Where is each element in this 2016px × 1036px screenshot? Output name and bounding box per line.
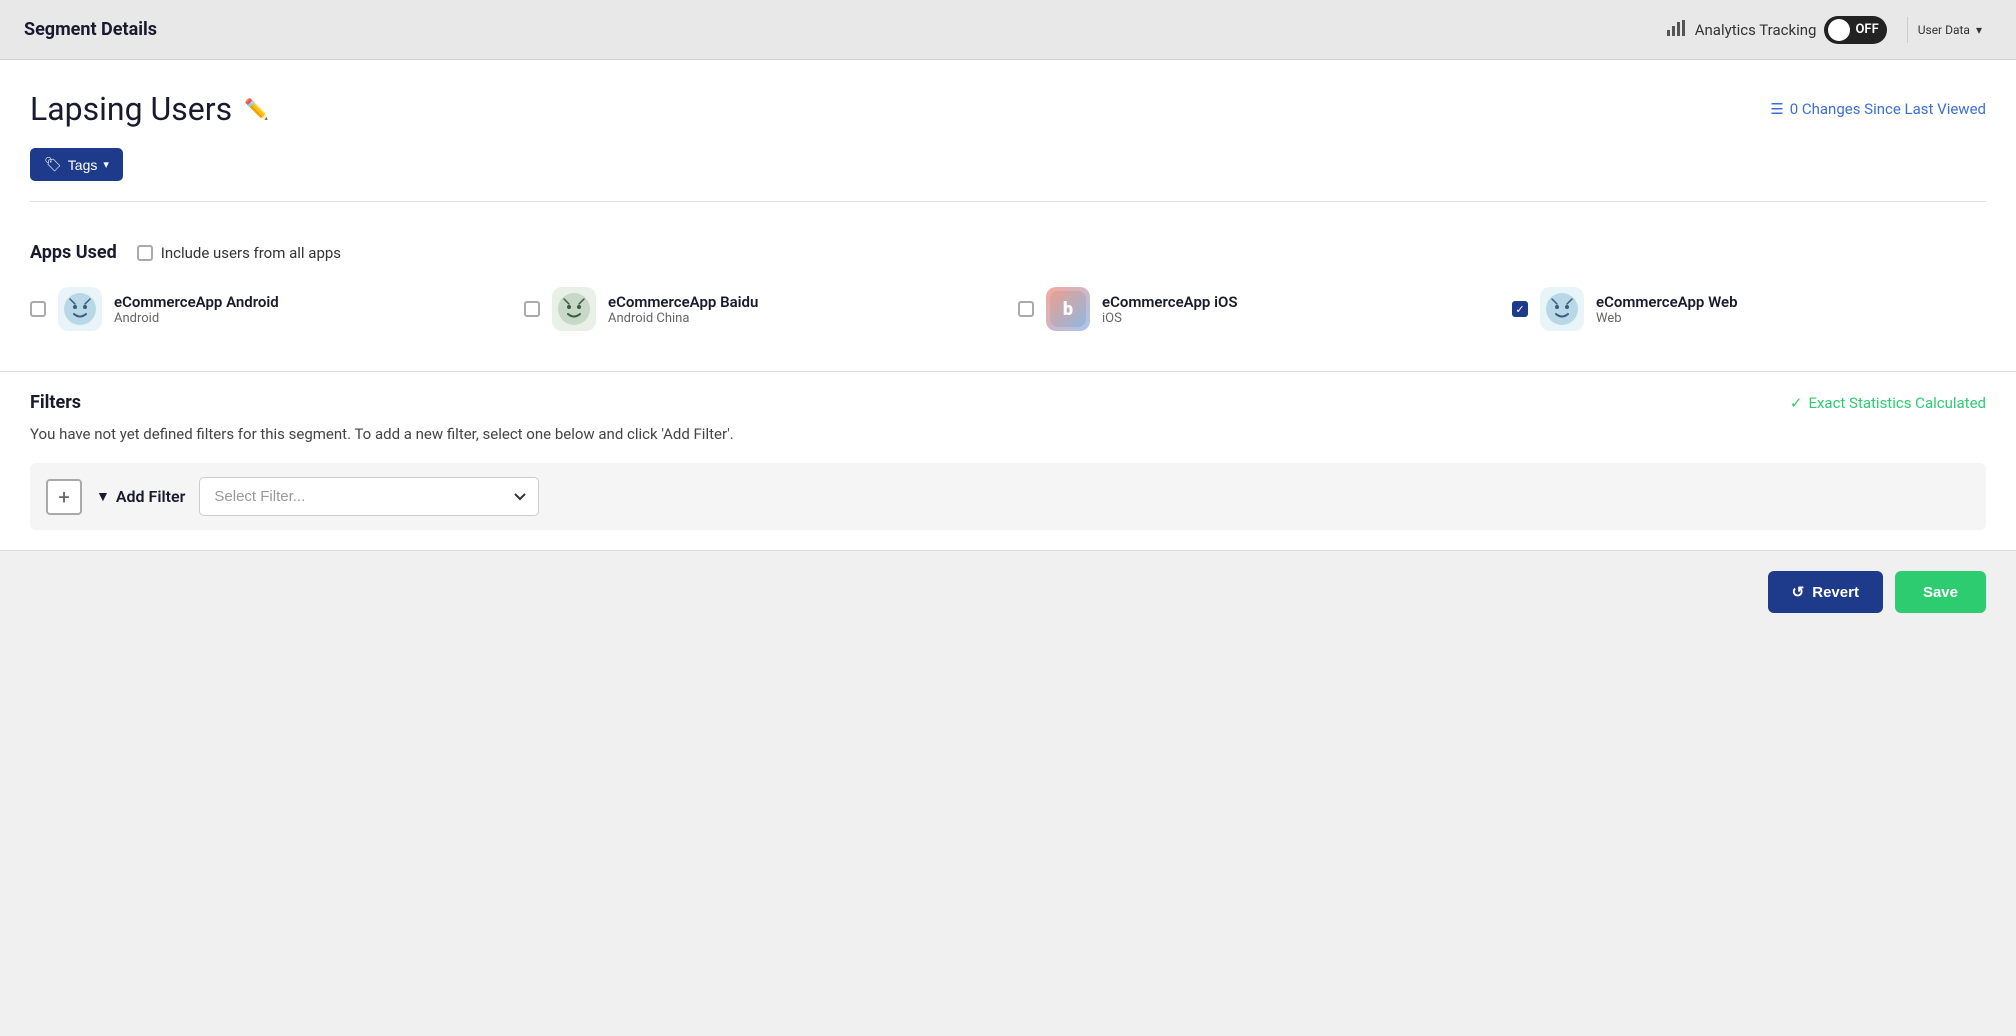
app-ios-info: eCommerceApp iOS iOS bbox=[1102, 293, 1237, 326]
plus-button[interactable]: + bbox=[46, 479, 82, 515]
tags-label: Tags bbox=[68, 157, 98, 173]
app-web-name: eCommerceApp Web bbox=[1596, 293, 1738, 311]
app-baidu-info: eCommerceApp Baidu Android China bbox=[608, 293, 758, 326]
filter-icon: ▼ bbox=[96, 488, 110, 505]
toggle-state: OFF bbox=[1855, 22, 1878, 37]
app-ios-name: eCommerceApp iOS bbox=[1102, 293, 1237, 311]
baidu-b-logo: b bbox=[1050, 291, 1086, 327]
analytics-tracking-label: Analytics Tracking bbox=[1695, 21, 1817, 39]
edit-icon[interactable]: ✏️ bbox=[244, 97, 269, 121]
tag-icon: 🏷 bbox=[44, 156, 62, 173]
tags-button[interactable]: 🏷 Tags ▾ bbox=[30, 148, 123, 181]
app-web-checkbox[interactable]: ✓ bbox=[1512, 301, 1528, 317]
title-group: Lapsing Users ✏️ bbox=[30, 90, 269, 128]
filter-select[interactable]: Select Filter... bbox=[199, 477, 539, 516]
save-button[interactable]: Save bbox=[1895, 571, 1986, 613]
app-web-info: eCommerceApp Web Web bbox=[1596, 293, 1738, 326]
app-item-android: eCommerceApp Android Android bbox=[30, 287, 504, 331]
user-data-button[interactable]: User Data ▾ bbox=[1907, 17, 1992, 43]
header-right: Analytics Tracking OFF User Data ▾ bbox=[1667, 16, 1992, 44]
app-baidu-platform: Android China bbox=[608, 311, 758, 326]
exact-stats-group: ✓ Exact Statistics Calculated bbox=[1790, 394, 1986, 412]
page-title: Lapsing Users bbox=[30, 90, 232, 128]
app-android-platform: Android bbox=[114, 311, 279, 326]
filters-section: Filters ✓ Exact Statistics Calculated Yo… bbox=[0, 371, 2016, 550]
app-android-checkbox[interactable] bbox=[30, 301, 46, 317]
app-web-icon bbox=[1540, 287, 1584, 331]
analytics-toggle[interactable]: OFF bbox=[1824, 16, 1886, 44]
exact-stats-label: Exact Statistics Calculated bbox=[1808, 394, 1986, 412]
chevron-down-icon: ▾ bbox=[1976, 23, 1982, 37]
main-content: Lapsing Users ✏️ ☰ 0 Changes Since Last … bbox=[0, 60, 2016, 371]
app-ios-icon: b bbox=[1046, 287, 1090, 331]
include-all-label: Include users from all apps bbox=[161, 244, 341, 262]
apps-grid: eCommerceApp Android Android bbox=[30, 287, 1986, 331]
analytics-icon bbox=[1667, 20, 1687, 40]
app-baidu-name: eCommerceApp Baidu bbox=[608, 293, 758, 311]
apps-section-header: Apps Used Include users from all apps bbox=[30, 242, 1986, 263]
app-item-web: ✓ eCommerceApp Web Web bbox=[1512, 287, 1986, 331]
changes-link[interactable]: ☰ 0 Changes Since Last Viewed bbox=[1770, 100, 1986, 118]
revert-label: Revert bbox=[1812, 584, 1859, 601]
analytics-tracking-group: Analytics Tracking OFF bbox=[1667, 16, 1887, 44]
list-icon: ☰ bbox=[1770, 100, 1783, 118]
app-android-info: eCommerceApp Android Android bbox=[114, 293, 279, 326]
filters-header: Filters ✓ Exact Statistics Calculated bbox=[30, 392, 1986, 413]
add-filter-row: + ▼ Add Filter Select Filter... bbox=[30, 463, 1986, 530]
app-web-platform: Web bbox=[1596, 311, 1738, 326]
revert-button[interactable]: ↺ Revert bbox=[1768, 571, 1883, 613]
add-filter-text: Add Filter bbox=[116, 487, 186, 506]
header-title: Segment Details bbox=[24, 19, 1667, 40]
app-baidu-icon bbox=[552, 287, 596, 331]
add-filter-label: ▼ Add Filter bbox=[96, 487, 185, 506]
chevron-down-icon: ▾ bbox=[103, 158, 109, 171]
include-all-checkbox-label[interactable]: Include users from all apps bbox=[137, 244, 341, 262]
app-ios-checkbox[interactable] bbox=[1018, 301, 1034, 317]
checkmark-icon: ✓ bbox=[1790, 394, 1803, 412]
app-android-name: eCommerceApp Android bbox=[114, 293, 279, 311]
filters-description: You have not yet defined filters for thi… bbox=[30, 425, 1986, 443]
filters-title: Filters bbox=[30, 392, 81, 413]
user-data-label: User Data bbox=[1918, 23, 1970, 37]
apps-section-title: Apps Used bbox=[30, 242, 117, 263]
app-header: Segment Details Analytics Tracking OFF U… bbox=[0, 0, 2016, 60]
bottom-bar: ↺ Revert Save bbox=[0, 550, 2016, 633]
app-android-icon bbox=[58, 287, 102, 331]
apps-used-section: Apps Used Include users from all apps bbox=[30, 222, 1986, 351]
changes-label: 0 Changes Since Last Viewed bbox=[1790, 100, 1986, 118]
revert-icon: ↺ bbox=[1792, 583, 1805, 601]
divider-1 bbox=[30, 201, 1986, 202]
app-baidu-checkbox[interactable] bbox=[524, 301, 540, 317]
app-item-ios: b eCommerceApp iOS iOS bbox=[1018, 287, 1492, 331]
app-ios-platform: iOS bbox=[1102, 311, 1237, 326]
page-header: Lapsing Users ✏️ ☰ 0 Changes Since Last … bbox=[30, 90, 1986, 128]
save-label: Save bbox=[1923, 584, 1958, 601]
app-item-baidu: eCommerceApp Baidu Android China bbox=[524, 287, 998, 331]
toggle-circle bbox=[1828, 19, 1850, 41]
include-all-checkbox[interactable] bbox=[137, 245, 153, 261]
